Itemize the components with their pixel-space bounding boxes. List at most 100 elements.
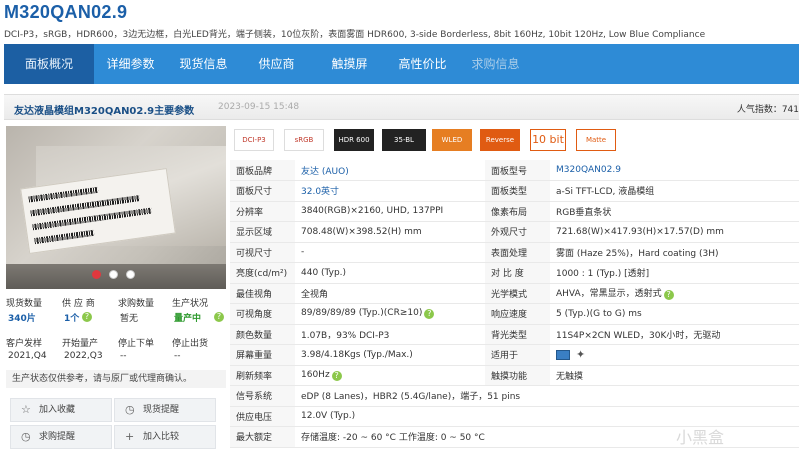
spec-value: 721.68(W)×417.93(H)×17.57(D) mm [550,221,799,243]
action-button[interactable]: ◷ 现货提醒 [114,398,216,422]
barcode-graphic [28,186,99,203]
spec-row: 面板尺寸 32.0英寸 面板类型 a-Si TFT-LCD, 液晶模组 [230,180,799,202]
feature-badge: sRGB [284,129,324,151]
spec-key: 面板类型 [485,180,550,202]
feature-badge: 10 bit [530,129,566,151]
feature-badge: Matte [576,129,616,151]
panel-date: 2023-09-15 15:48 [218,102,300,112]
spec-key: 最佳视角 [230,283,295,304]
spec-key: 触摸功能 [485,365,550,386]
spec-value: 友达 (AUO) [295,160,485,181]
stat-label: 停止下单 [118,339,155,349]
plus-icon: + [125,430,135,443]
carousel-dot[interactable] [92,270,101,279]
action-label: 现货提醒 [143,405,180,415]
spec-value: a-Si TFT-LCD, 液晶模组 [550,180,799,202]
stat-value: -- [120,351,127,361]
help-icon[interactable]: ? [82,312,92,322]
nav-tab[interactable]: 详细参数 [94,44,167,84]
page-subtitle: DCI-P3，sRGB，HDR600，3边无边框，白光LED背光，端子侧装，10… [4,30,706,40]
help-icon[interactable]: ? [663,290,674,301]
spec-key: 外观尺寸 [485,221,550,243]
help-icon[interactable]: ? [424,309,435,320]
spec-value: 440 (Typ.) [295,262,485,284]
stat-value: 340片 [8,314,36,324]
spec-value: M320QAN02.9 [550,160,799,181]
nav-tab[interactable]: 供应商 [240,44,313,84]
help-icon[interactable]: ? [214,312,224,322]
spec-value: 160Hz? [295,365,485,386]
action-label: 加入比较 [143,432,180,442]
star-icon: ☆ [21,403,31,416]
spec-row: 刷新频率 160Hz? 触摸功能 无触摸 [230,365,799,386]
main-nav: 面板概况 详细参数 现货信息 供应商 触摸屏 高性价比 求购信息 [4,44,799,84]
spec-key: 对 比 度 [485,262,550,284]
action-button[interactable]: ☆ 加入收藏 [10,398,112,422]
help-icon[interactable]: ? [331,370,342,381]
stat-label: 生产状况 [172,299,209,309]
spec-row: 面板品牌 友达 (AUO) 面板型号 M320QAN02.9 [230,160,799,181]
spec-value: ✦ [550,344,799,366]
bell-icon: ◷ [21,430,31,443]
spec-row: 颜色数量 1.07B，93% DCI-P3 背光类型 11S4P×2CN WLED，3… [230,324,799,345]
stat-value: 量产中 [174,314,202,324]
bell-icon: ◷ [125,403,135,416]
spec-key: 光学模式 [485,283,550,304]
spec-key: 面板尺寸 [230,180,295,202]
action-button[interactable]: + 加入比较 [114,425,216,449]
spec-value: RGB垂直条状 [550,201,799,222]
feature-badge: DCI-P3 [234,129,274,151]
spec-value: 89/89/89/89 (Typ.)(CR≥10)? [295,303,485,325]
spec-value: - [295,242,485,263]
spec-value: 1000 : 1 (Typ.) [透射] [550,262,799,284]
stat-value: 暂无 [120,314,139,324]
spec-key: 信号系统 [230,385,295,407]
carousel-dot[interactable] [126,270,135,279]
feature-badge: WLED [432,129,472,151]
nav-tab[interactable]: 求购信息 [459,44,532,84]
spec-value: 1.07B，93% DCI-P3 [295,324,485,345]
spec-key: 供应电压 [230,406,295,427]
stat-label: 现货数量 [6,299,43,309]
nav-tab[interactable]: 面板概况 [4,44,94,84]
monitor-icon [556,349,570,360]
popularity-index: 人气指数：741 [736,105,799,115]
stat-value: 2021,Q4 [8,351,47,361]
spec-key: 面板型号 [485,160,550,181]
spec-row: 可视角度 89/89/89/89 (Typ.)(CR≥10)? 响应速度 5 (Typ… [230,303,799,325]
spec-key: 颜色数量 [230,324,295,345]
product-photo[interactable] [6,126,226,289]
spec-value: 雾面 (Haze 25%)，Hard coating (3H) [550,242,799,263]
nav-tab[interactable]: 现货信息 [167,44,240,84]
spec-key: 可视角度 [230,303,295,325]
action-label: 加入收藏 [39,405,76,415]
spec-row: 亮度(cd/m²) 440 (Typ.) 对 比 度 1000 : 1 (Typ.) … [230,262,799,284]
spec-value: 5 (Typ.)(G to G) ms [550,303,799,325]
watermark: 小黑盒 [676,428,725,447]
stat-label: 开始量产 [62,339,99,349]
spec-key: 适用于 [485,344,550,366]
gamepad-icon: ✦ [576,348,586,362]
page-title: M320QAN02.9 [4,2,128,22]
spec-key: 像素布局 [485,201,550,222]
stat-label: 客户发样 [6,339,43,349]
stat-label: 求购数量 [118,299,155,309]
spec-row: 显示区域 708.48(W)×398.52(H) mm 外观尺寸 721.68(W)×… [230,221,799,243]
action-label: 求购提醒 [39,432,76,442]
spec-key: 可视尺寸 [230,242,295,263]
spec-key: 表面处理 [485,242,550,263]
action-button[interactable]: ◷ 求购提醒 [10,425,112,449]
spec-row: 可视尺寸 - 表面处理 雾面 (Haze 25%)，Hard coating (3H) [230,242,799,263]
nav-tab[interactable]: 高性价比 [386,44,459,84]
spec-value: AHVA，常黑显示，透射式? [550,283,799,304]
stat-value: 1个 [64,314,80,324]
stat-value: 2022,Q3 [64,351,103,361]
panel-title: 友达液晶模组M320QAN02.9主要参数 [14,106,195,117]
spec-key: 分辨率 [230,201,295,222]
panel-header: 友达液晶模组M320QAN02.9主要参数 2023-09-15 15:48 人… [4,94,799,120]
feature-badge: HDR 600 [334,129,374,151]
nav-tab[interactable]: 触摸屏 [313,44,386,84]
spec-key: 最大额定 [230,426,295,448]
carousel-dot[interactable] [109,270,118,279]
spec-key: 显示区域 [230,221,295,243]
